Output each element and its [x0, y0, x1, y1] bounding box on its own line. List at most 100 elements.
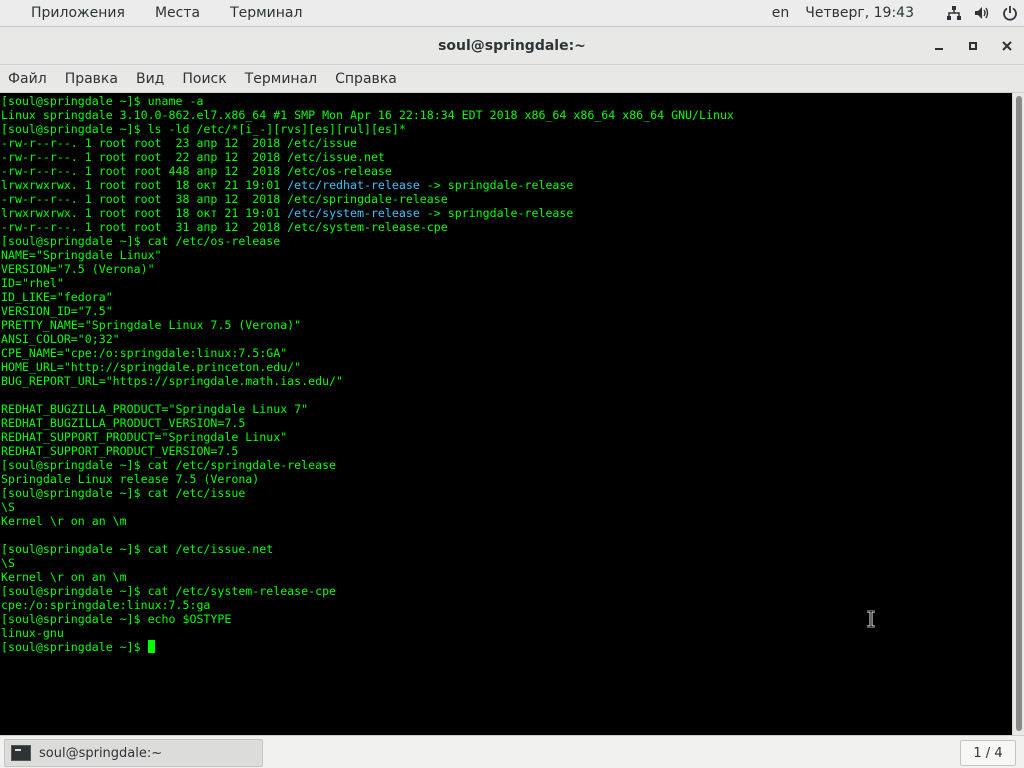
terminal-text: -> springdale-release	[419, 206, 574, 220]
maximize-button[interactable]	[956, 27, 990, 65]
terminal-line: Kernel \r on an \m	[1, 570, 1012, 584]
terminal-text: REDHAT_SUPPORT_PRODUCT="Springdale Linux…	[1, 430, 288, 444]
menu-help[interactable]: Справка	[326, 65, 406, 93]
terminal-line: CPE_NAME="cpe:/o:springdale:linux:7.5:GA…	[1, 346, 1012, 360]
terminal-line: PRETTY_NAME="Springdale Linux 7.5 (Veron…	[1, 318, 1012, 332]
shell-prompt: [soul@springdale ~]$	[1, 640, 148, 654]
workspace-switcher[interactable]: 1 / 4	[960, 740, 1016, 766]
terminal-text: Linux springdale 3.10.0-862.el7.x86_64 #…	[1, 108, 734, 122]
terminal-text: -rw-r--r--. 1 root root 22 апр 12 2018 /…	[1, 150, 385, 164]
terminal-text: [soul@springdale ~]$ echo $OSTYPE	[1, 612, 232, 626]
terminal-line: REDHAT_BUGZILLA_PRODUCT_VERSION=7.5	[1, 416, 1012, 430]
terminal-line: REDHAT_SUPPORT_PRODUCT="Springdale Linux…	[1, 430, 1012, 444]
minimize-button[interactable]	[922, 27, 956, 65]
terminal-text: -rw-r--r--. 1 root root 23 апр 12 2018 /…	[1, 136, 357, 150]
terminal-output[interactable]: [soul@springdale ~]$ uname -a Linux sprin…	[0, 93, 1012, 735]
menu-view[interactable]: Вид	[127, 65, 173, 93]
terminal-line: \S	[1, 500, 1012, 514]
terminal-icon	[11, 745, 31, 761]
terminal-line: -rw-r--r--. 1 root root 38 апр 12 2018 /…	[1, 192, 1012, 206]
symlink-path: /etc/system-release	[287, 206, 420, 220]
terminal-line: [soul@springdale ~]$ cat /etc/springdale…	[1, 458, 1012, 472]
terminal-line: VERSION_ID="7.5"	[1, 304, 1012, 318]
terminal-text: REDHAT_BUGZILLA_PRODUCT_VERSION=7.5	[1, 416, 246, 430]
places-menu[interactable]: Места	[140, 0, 215, 27]
terminal-line: [soul@springdale ~]$ uname -a	[1, 94, 1012, 108]
terminal-line: linux-gnu	[1, 626, 1012, 640]
terminal-line: [soul@springdale ~]$ echo $OSTYPE	[1, 612, 1012, 626]
terminal-line: cpe:/o:springdale:linux:7.5:ga	[1, 598, 1012, 612]
bottom-taskbar: soul@springdale:~ 1 / 4	[0, 735, 1024, 768]
window-title: soul@springdale:~	[438, 37, 586, 54]
terminal-scrollbar[interactable]	[1012, 93, 1024, 735]
terminal-text: [soul@springdale ~]$ uname -a	[1, 94, 204, 108]
terminal-text: CPE_NAME="cpe:/o:springdale:linux:7.5:GA…	[1, 346, 288, 360]
terminal-line: BUG_REPORT_URL="https://springdale.math.…	[1, 374, 1012, 388]
terminal-text: \S	[1, 556, 15, 570]
terminal-line: [soul@springdale ~]$ cat /etc/issue.net	[1, 542, 1012, 556]
taskbar-window-label: soul@springdale:~	[39, 745, 163, 761]
terminal-text: VERSION_ID="7.5"	[1, 304, 113, 318]
terminal-line: ANSI_COLOR="0;32"	[1, 332, 1012, 346]
terminal-text: [soul@springdale ~]$ ls -ld /etc/*[i_-][…	[1, 122, 406, 136]
terminal-line: Kernel \r on an \m	[1, 514, 1012, 528]
menu-terminal[interactable]: Терминал	[236, 65, 326, 93]
terminal-line: Linux springdale 3.10.0-862.el7.x86_64 #…	[1, 108, 1012, 122]
language-indicator[interactable]: en	[772, 5, 806, 21]
applications-menu[interactable]: Приложения	[0, 0, 140, 27]
terminal-text: Springdale Linux release 7.5 (Verona)	[1, 472, 260, 486]
terminal-text: PRETTY_NAME="Springdale Linux 7.5 (Veron…	[1, 318, 302, 332]
close-icon	[1002, 41, 1012, 51]
terminal-line: lrwxrwxrwx. 1 root root 18 окт 21 19:01 …	[1, 178, 1012, 192]
terminal-text: [soul@springdale ~]$ cat /etc/system-rel…	[1, 584, 337, 598]
terminal-line: VERSION="7.5 (Verona)"	[1, 262, 1012, 276]
terminal-line: REDHAT_BUGZILLA_PRODUCT="Springdale Linu…	[1, 402, 1012, 416]
terminal-line: -rw-r--r--. 1 root root 448 апр 12 2018 …	[1, 164, 1012, 178]
menu-edit[interactable]: Правка	[56, 65, 127, 93]
symlink-path: /etc/redhat-release	[287, 178, 420, 192]
terminal-text: -> springdale-release	[419, 178, 574, 192]
terminal-line: -rw-r--r--. 1 root root 31 апр 12 2018 /…	[1, 220, 1012, 234]
terminal-app-menu[interactable]: Терминал	[215, 0, 317, 27]
terminal-line: REDHAT_SUPPORT_PRODUCT_VERSION=7.5	[1, 444, 1012, 458]
terminal-line: ID="rhel"	[1, 276, 1012, 290]
terminal-line: ID_LIKE="fedora"	[1, 290, 1012, 304]
terminal-text: Kernel \r on an \m	[1, 570, 127, 584]
block-cursor	[147, 640, 155, 653]
terminal-line: [soul@springdale ~]$ ls -ld /etc/*[i_-][…	[1, 122, 1012, 136]
terminal-text: [soul@springdale ~]$ cat /etc/issue	[1, 486, 246, 500]
network-icon[interactable]	[940, 0, 968, 27]
terminal-line: [soul@springdale ~]$ cat /etc/os-release	[1, 234, 1012, 248]
terminal-text: HOME_URL="http://springdale.princeton.ed…	[1, 360, 302, 374]
menu-search[interactable]: Поиск	[173, 65, 235, 93]
power-icon[interactable]	[996, 0, 1024, 27]
scrollbar-thumb[interactable]	[1016, 96, 1022, 731]
prompt-line[interactable]: [soul@springdale ~]$	[1, 640, 1012, 654]
terminal-text: NAME="Springdale Linux"	[1, 248, 162, 262]
terminal-text: Kernel \r on an \m	[1, 514, 127, 528]
terminal-text: cpe:/o:springdale:linux:7.5:ga	[1, 598, 211, 612]
terminal-text: lrwxrwxrwx. 1 root root 18 окт 21 19:01	[1, 206, 288, 220]
terminal-text: lrwxrwxrwx. 1 root root 18 окт 21 19:01	[1, 178, 288, 192]
terminal-text: -rw-r--r--. 1 root root 38 апр 12 2018 /…	[1, 192, 448, 206]
clock[interactable]: Четверг, 19:43	[805, 5, 940, 21]
text-cursor-icon	[867, 610, 875, 628]
terminal-text: BUG_REPORT_URL="https://springdale.math.…	[1, 374, 344, 388]
terminal-text: -rw-r--r--. 1 root root 448 апр 12 2018 …	[1, 164, 392, 178]
terminal-text: [soul@springdale ~]$ cat /etc/os-release	[1, 234, 281, 248]
terminal-text: [soul@springdale ~]$ cat /etc/issue.net	[1, 542, 274, 556]
terminal-line: -rw-r--r--. 1 root root 23 апр 12 2018 /…	[1, 136, 1012, 150]
volume-icon[interactable]	[968, 0, 996, 27]
terminal-text: ID="rhel"	[1, 276, 64, 290]
terminal-text: -rw-r--r--. 1 root root 31 апр 12 2018 /…	[1, 220, 448, 234]
taskbar-window-button[interactable]: soul@springdale:~	[4, 739, 263, 767]
menu-file[interactable]: Файл	[0, 65, 56, 93]
close-button[interactable]	[990, 27, 1024, 65]
terminal-line: -rw-r--r--. 1 root root 22 апр 12 2018 /…	[1, 150, 1012, 164]
top-panel: Приложения Места Терминал en Четверг, 19…	[0, 0, 1024, 27]
terminal-line: \S	[1, 556, 1012, 570]
window-titlebar[interactable]: soul@springdale:~	[0, 27, 1024, 65]
terminal-text: VERSION="7.5 (Verona)"	[1, 262, 155, 276]
maximize-icon	[969, 42, 977, 50]
